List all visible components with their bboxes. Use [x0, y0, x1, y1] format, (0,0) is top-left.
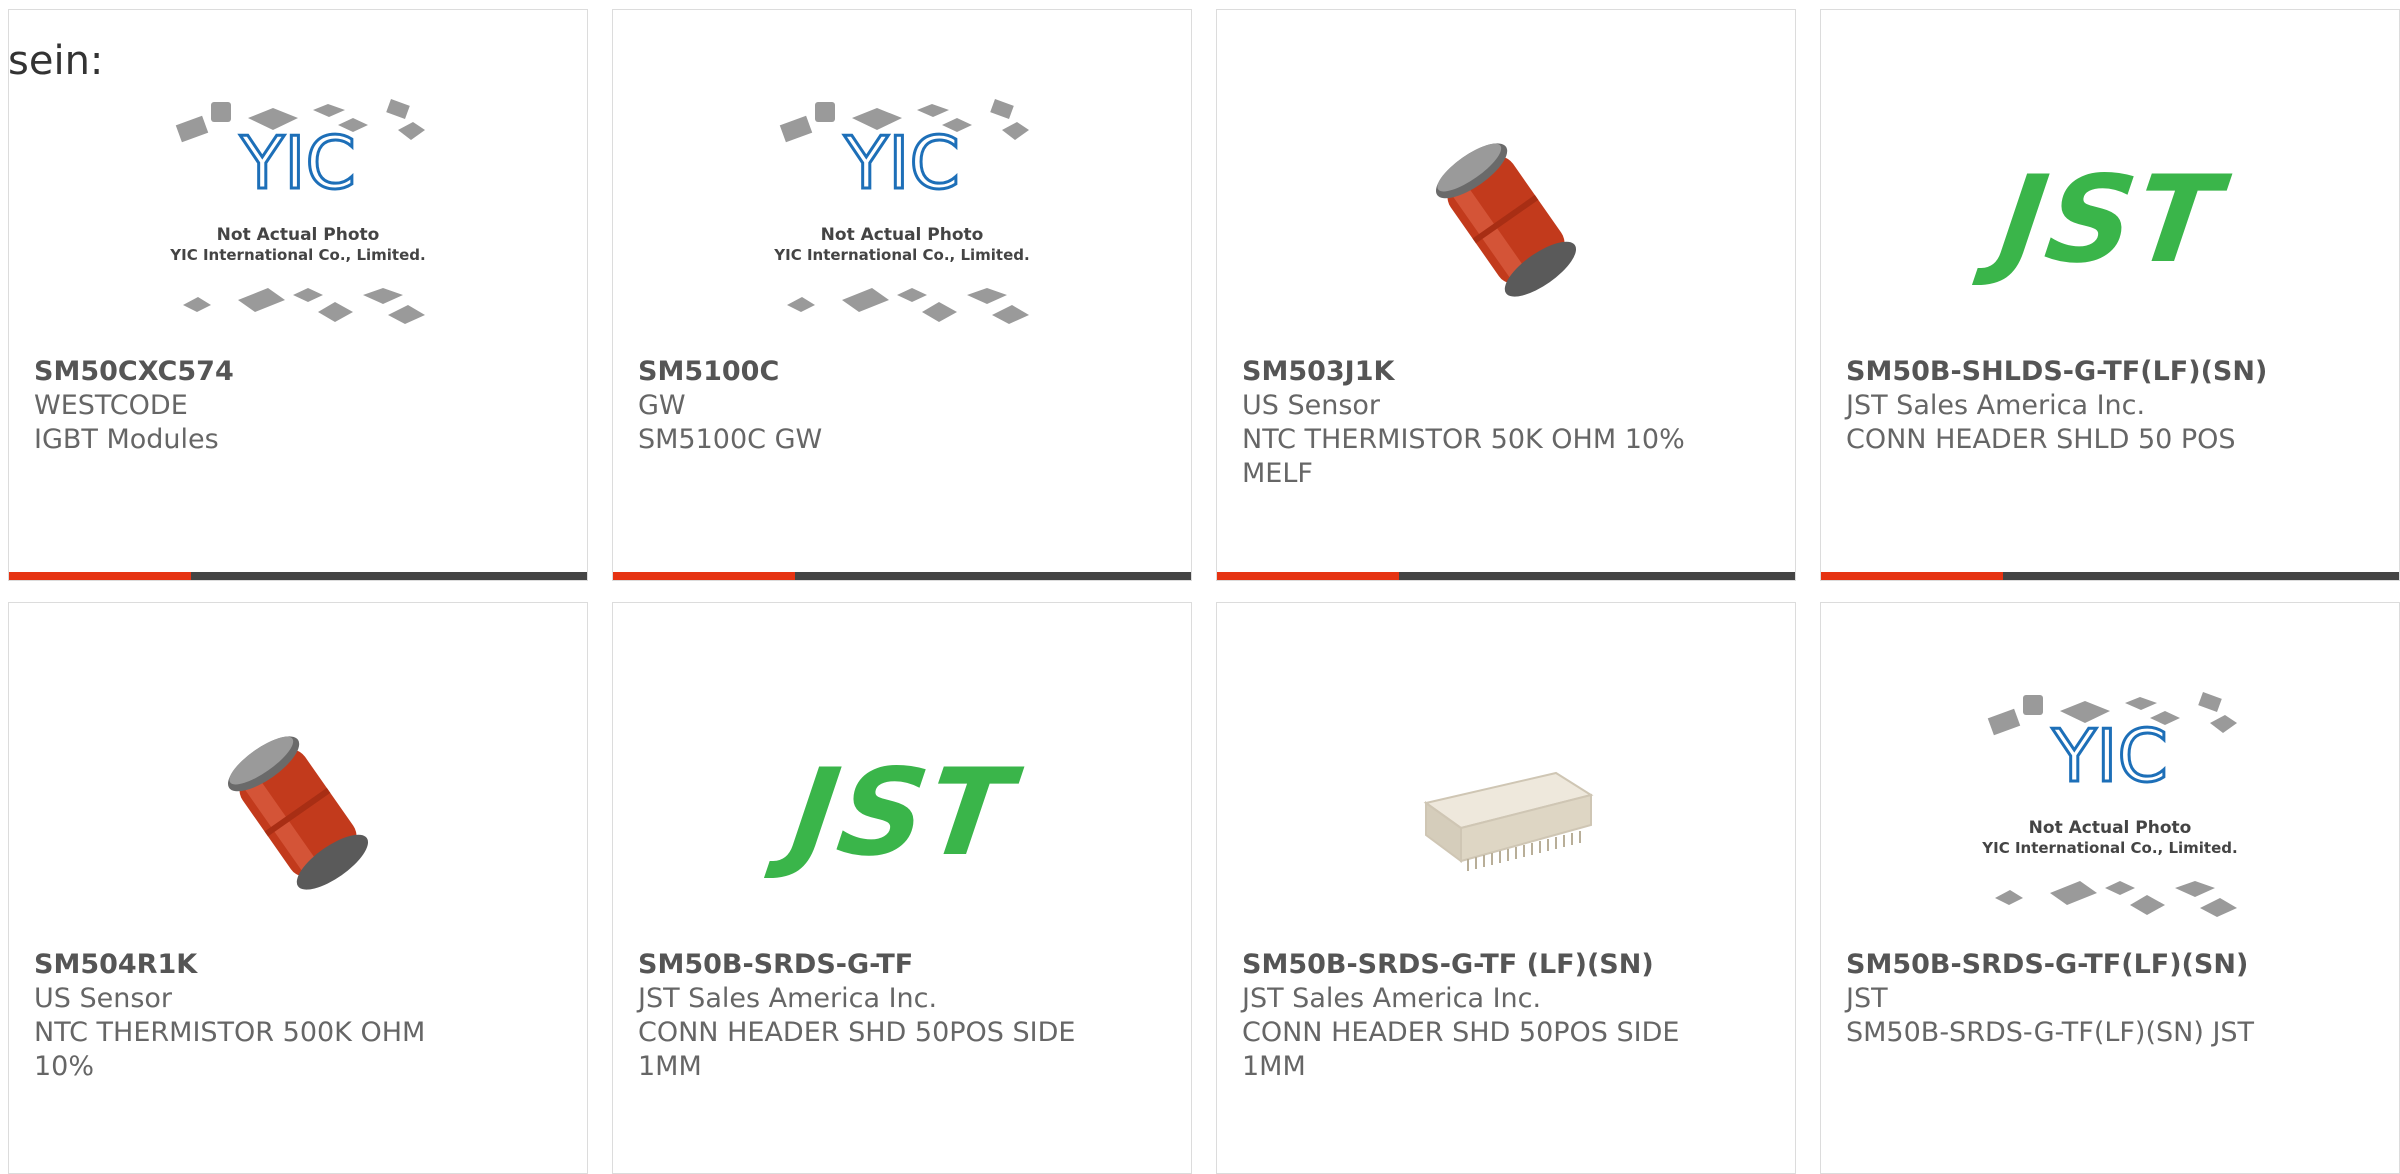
part-number[interactable]: SM50CXC574: [34, 355, 567, 389]
manufacturer: US Sensor: [1242, 390, 1381, 421]
description: IGBT Modules: [34, 424, 219, 455]
part-number[interactable]: SM503J1K: [1242, 355, 1775, 389]
card-bottom-bar: [1821, 572, 2399, 580]
part-number[interactable]: SM50B-SRDS-G-TF(LF)(SN): [1846, 948, 2379, 982]
description-line-2: 1MM: [638, 1051, 702, 1082]
product-image[interactable]: YIC Not Actual Photo YIC International C…: [1821, 673, 2399, 953]
part-number[interactable]: SM50B-SHLDS-G-TF(LF)(SN): [1846, 355, 2379, 389]
part-number[interactable]: SM50B-SRDS-G-TF: [638, 948, 1171, 982]
accent-bar: [613, 572, 795, 580]
product-card[interactable]: YIC Not Actual Photo YIC International C…: [1820, 602, 2400, 1174]
placeholder-image: YIC Not Actual Photo YIC International C…: [169, 99, 426, 324]
product-image[interactable]: JST: [613, 673, 1191, 953]
description-line-2: 10%: [34, 1051, 95, 1082]
yic-logo-text: YIC: [2051, 714, 2168, 798]
accent-bar: [1821, 572, 2003, 580]
card-bottom-bar: [1217, 572, 1795, 580]
product-info: SM503J1K US Sensor NTC THERMISTOR 50K OH…: [1242, 355, 1775, 491]
product-grid: YIC Not Actual Photo YIC International C…: [8, 9, 2400, 1174]
product-card[interactable]: SM503J1K US Sensor NTC THERMISTOR 50K OH…: [1216, 9, 1796, 581]
melf-thermistor-image: [227, 736, 369, 890]
product-card[interactable]: SM504R1K US Sensor NTC THERMISTOR 500K O…: [8, 602, 588, 1174]
svg-text:YIC International Co., Limited: YIC International Co., Limited.: [169, 246, 425, 264]
part-number[interactable]: SM5100C: [638, 355, 1171, 389]
product-image[interactable]: YIC Not Actual Photo YIC International C…: [9, 80, 587, 360]
yic-logo-text: YIC: [239, 121, 356, 205]
jst-logo: JST: [1990, 150, 2230, 290]
product-card[interactable]: YIC Not Actual Photo YIC International C…: [8, 9, 588, 581]
product-image[interactable]: [1217, 673, 1795, 953]
manufacturer: JST Sales America Inc.: [638, 983, 938, 1014]
part-number[interactable]: SM504R1K: [34, 948, 567, 982]
product-info: SM504R1K US Sensor NTC THERMISTOR 500K O…: [34, 948, 567, 1084]
svg-text:YIC International Co., Limited: YIC International Co., Limited.: [1981, 839, 2237, 857]
svg-text:Not Actual Photo: Not Actual Photo: [2029, 818, 2192, 838]
manufacturer: JST Sales America Inc.: [1242, 983, 1542, 1014]
accent-bar: [9, 572, 191, 580]
melf-thermistor-image: [1435, 143, 1577, 297]
description: CONN HEADER SHD 50POS SIDE: [1242, 1017, 1680, 1048]
product-card[interactable]: JST SM50B-SRDS-G-TF JST Sales America In…: [612, 602, 1192, 1174]
connector-header-image: [1423, 771, 1594, 871]
manufacturer: JST Sales America Inc.: [1846, 390, 2146, 421]
manufacturer: JST: [1846, 983, 1888, 1014]
product-info: SM50B-SRDS-G-TF(LF)(SN) JST SM50B-SRDS-G…: [1846, 948, 2379, 1050]
description: SM50B-SRDS-G-TF(LF)(SN) JST: [1846, 1017, 2255, 1048]
manufacturer: US Sensor: [34, 983, 173, 1014]
svg-text:Not Actual Photo: Not Actual Photo: [217, 225, 380, 245]
product-card[interactable]: JST SM50B-SHLDS-G-TF(LF)(SN) JST Sales A…: [1820, 9, 2400, 581]
description: NTC THERMISTOR 500K OHM: [34, 1017, 426, 1048]
intro-text: sein:: [8, 38, 104, 84]
part-number[interactable]: SM50B-SRDS-G-TF (LF)(SN): [1242, 948, 1775, 982]
placeholder-image: YIC Not Actual Photo YIC International C…: [1981, 692, 2238, 917]
svg-text:Not Actual Photo: Not Actual Photo: [821, 225, 984, 245]
description-line-2: 1MM: [1242, 1051, 1306, 1082]
card-bottom-bar: [613, 572, 1191, 580]
placeholder-image: YIC Not Actual Photo YIC International C…: [773, 99, 1030, 324]
product-image[interactable]: [9, 673, 587, 953]
product-info: SM5100C GW SM5100C GW: [638, 355, 1171, 457]
description: NTC THERMISTOR 50K OHM 10%: [1242, 424, 1685, 455]
card-bottom-bar: [9, 572, 587, 580]
description: SM5100C GW: [638, 424, 823, 455]
jst-logo: JST: [782, 743, 1022, 883]
product-image[interactable]: YIC Not Actual Photo YIC International C…: [613, 80, 1191, 360]
svg-text:YIC International Co., Limited: YIC International Co., Limited.: [773, 246, 1029, 264]
description-line-2: MELF: [1242, 458, 1313, 489]
accent-bar: [1217, 572, 1399, 580]
product-info: SM50CXC574 WESTCODE IGBT Modules: [34, 355, 567, 457]
product-image[interactable]: [1217, 80, 1795, 360]
manufacturer: GW: [638, 390, 686, 421]
description: CONN HEADER SHLD 50 POS: [1846, 424, 2236, 455]
manufacturer: WESTCODE: [34, 390, 188, 421]
product-card[interactable]: YIC Not Actual Photo YIC International C…: [612, 9, 1192, 581]
product-info: SM50B-SRDS-G-TF (LF)(SN) JST Sales Ameri…: [1242, 948, 1775, 1084]
product-info: SM50B-SRDS-G-TF JST Sales America Inc. C…: [638, 948, 1171, 1084]
product-image[interactable]: JST: [1821, 80, 2399, 360]
yic-logo-text: YIC: [843, 121, 960, 205]
product-card[interactable]: SM50B-SRDS-G-TF (LF)(SN) JST Sales Ameri…: [1216, 602, 1796, 1174]
description: CONN HEADER SHD 50POS SIDE: [638, 1017, 1076, 1048]
product-info: SM50B-SHLDS-G-TF(LF)(SN) JST Sales Ameri…: [1846, 355, 2379, 457]
